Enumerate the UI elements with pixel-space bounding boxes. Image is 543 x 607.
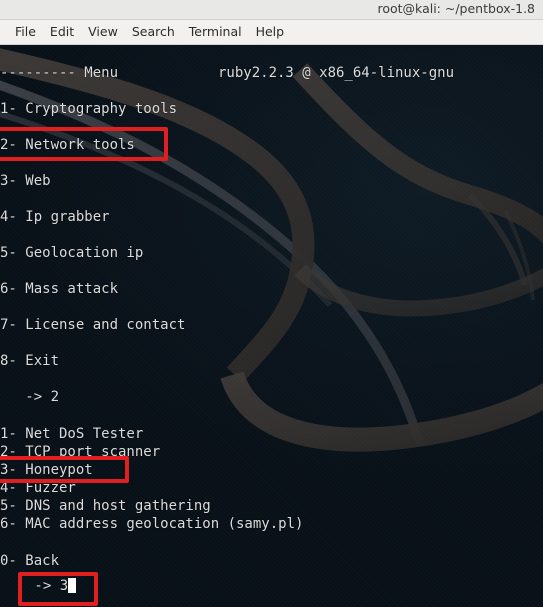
menu-item-edit[interactable]: Edit <box>43 20 81 44</box>
submenu-option-3[interactable]: 3- Honeypot <box>0 462 93 478</box>
ruby-version-line: ruby2.2.3 @ x86_64-linux-gnu <box>218 65 455 81</box>
menu-option-8[interactable]: 8- Exit <box>0 353 59 369</box>
submenu-prompt-text: -> 3 <box>26 578 69 594</box>
submenu-option-6[interactable]: 6- MAC address geolocation (samy.pl) <box>0 516 303 532</box>
submenu-option-4[interactable]: 4- Fuzzer <box>0 480 76 496</box>
menu-item-terminal[interactable]: Terminal <box>182 20 249 44</box>
menu-item-view[interactable]: View <box>81 20 125 44</box>
submenu-option-1[interactable]: 1- Net DoS Tester <box>0 426 143 442</box>
menu-option-2[interactable]: 2- Network tools <box>0 137 135 153</box>
menu-option-1[interactable]: 1- Cryptography tools <box>0 101 177 117</box>
menu-item-search[interactable]: Search <box>125 20 182 44</box>
window-titlebar: root@kali: ~/pentbox-1.8 <box>0 0 543 20</box>
terminal-output: --------- Menu ruby2.2.3 @ x86_64-linux-… <box>0 45 543 607</box>
menu-rule-line: --------- Menu <box>0 65 119 81</box>
menu-option-5[interactable]: 5- Geolocation ip <box>0 245 143 261</box>
menu-option-6[interactable]: 6- Mass attack <box>0 281 118 297</box>
terminal-window: root@kali: ~/pentbox-1.8 File Edit View … <box>0 0 543 607</box>
text-cursor <box>68 578 77 593</box>
submenu-option-back[interactable]: 0- Back <box>0 553 59 569</box>
menu-bar: File Edit View Search Terminal Help <box>0 20 543 45</box>
menu-option-3[interactable]: 3- Web <box>0 173 51 189</box>
menu-item-help[interactable]: Help <box>249 20 292 44</box>
submenu-prompt-row: -> 3 <box>26 578 77 594</box>
menu-option-7[interactable]: 7- License and contact <box>0 317 185 333</box>
main-menu-prompt: -> 2 <box>0 389 60 405</box>
terminal-screen[interactable]: --------- Menu ruby2.2.3 @ x86_64-linux-… <box>0 45 543 607</box>
submenu-option-2[interactable]: 2- TCP port scanner <box>0 444 160 460</box>
window-title: root@kali: ~/pentbox-1.8 <box>377 1 536 16</box>
menu-item-file[interactable]: File <box>8 20 43 44</box>
submenu-option-5[interactable]: 5- DNS and host gathering <box>0 498 211 514</box>
menu-option-4[interactable]: 4- Ip grabber <box>0 209 110 225</box>
